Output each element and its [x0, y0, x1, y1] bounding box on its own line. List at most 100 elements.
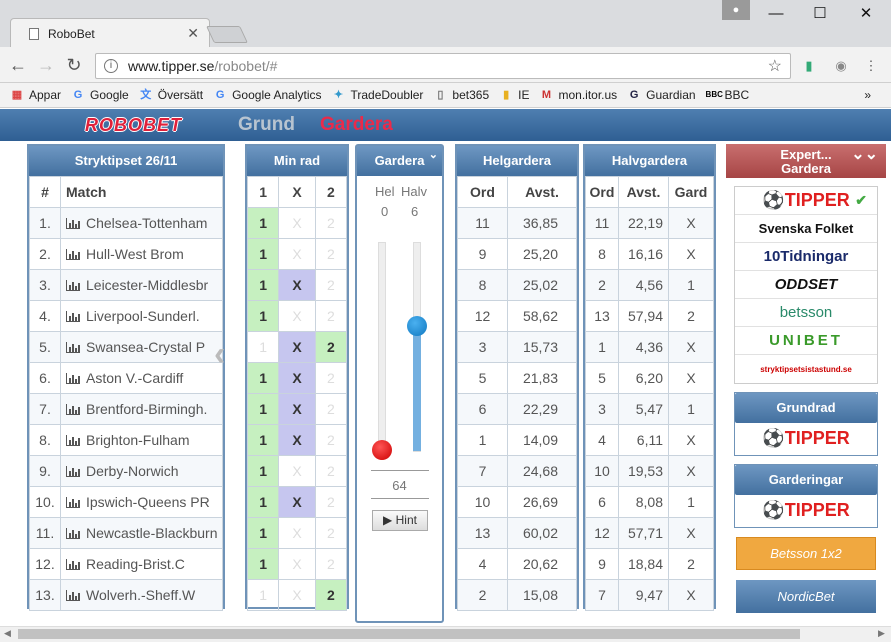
address-bar[interactable]: i www.tipper.se/robobet/# ☆ [95, 53, 791, 79]
match-cell[interactable]: Wolverh.-Sheff.W [60, 579, 223, 611]
source-10tidningar[interactable]: 10Tidningar [735, 243, 877, 271]
bar-chart-icon[interactable] [66, 218, 80, 229]
new-tab-button[interactable] [206, 26, 248, 43]
betsson-1x2-button[interactable]: Betsson 1x2 [736, 537, 876, 570]
match-cell[interactable]: Brighton-Fulham [60, 424, 223, 456]
pick-cell-1[interactable]: 1 [246, 300, 280, 332]
match-cell[interactable]: Leicester-Middlesbr [60, 269, 223, 301]
pick-cell-2[interactable]: 2 [314, 517, 348, 549]
pick-cell-x[interactable]: X [278, 424, 316, 456]
bookmark-tradedoubler[interactable]: ✦ TradeDoubler [331, 88, 424, 102]
pick-cell-1[interactable]: 1 [246, 207, 280, 239]
source-svenska-folket[interactable]: Svenska Folket [735, 215, 877, 243]
source-unibet[interactable]: UNIBET [735, 327, 877, 355]
pick-cell-x[interactable]: X [278, 517, 316, 549]
match-cell[interactable]: Derby-Norwich [60, 455, 223, 487]
pick-cell-2[interactable]: 2 [314, 393, 348, 425]
nav-gardera[interactable]: Gardera [320, 114, 393, 136]
match-cell[interactable]: Brentford-Birmingh. [60, 393, 223, 425]
bookmark-apps[interactable]: ▦ Appar [10, 88, 61, 102]
reload-icon[interactable]: ↻ [62, 53, 86, 77]
pick-cell-1[interactable]: 1 [246, 269, 280, 301]
bar-chart-icon[interactable] [66, 590, 80, 601]
pick-cell-2[interactable]: 2 [314, 362, 348, 394]
minimize-icon[interactable]: — [756, 2, 796, 26]
garderingar-title[interactable]: Garderingar [735, 465, 877, 495]
pick-cell-x[interactable]: X [278, 486, 316, 518]
pick-cell-2[interactable]: 2 [314, 238, 348, 270]
bookmark-guardian[interactable]: G Guardian [627, 88, 696, 102]
pick-cell-2[interactable]: 2 [314, 424, 348, 456]
pick-cell-x[interactable]: X [278, 362, 316, 394]
bar-chart-icon[interactable] [66, 280, 80, 291]
pick-cell-1[interactable]: 1 [246, 548, 280, 580]
bar-chart-icon[interactable] [66, 559, 80, 570]
pick-cell-1[interactable]: 1 [246, 393, 280, 425]
scroll-left-icon[interactable]: ◀ [4, 628, 11, 639]
pick-cell-x[interactable]: X [278, 579, 316, 611]
source-tipper[interactable]: ⚽ TIPPER ✔ [735, 187, 877, 215]
pick-cell-2[interactable]: 2 [314, 207, 348, 239]
bar-chart-icon[interactable] [66, 435, 80, 446]
hel-slider-handle[interactable] [372, 440, 392, 460]
menu-icon[interactable]: ⋮ [862, 57, 880, 75]
pick-cell-x[interactable]: X [278, 393, 316, 425]
bar-chart-icon[interactable] [66, 249, 80, 260]
grundrad-title[interactable]: Grundrad [735, 393, 877, 423]
pick-cell-1[interactable]: 1 [246, 424, 280, 456]
bookmark-bet365[interactable]: ▯ bet365 [433, 88, 489, 102]
bookmark-bbc[interactable]: BBC BBC [706, 88, 750, 102]
bar-chart-icon[interactable] [66, 528, 80, 539]
pick-cell-x[interactable]: X [278, 207, 316, 239]
source-betsson[interactable]: betsson [735, 299, 877, 327]
nordicbet-button[interactable]: NordicBet [736, 580, 876, 613]
pick-cell-x[interactable]: X [278, 455, 316, 487]
match-cell[interactable]: Liverpool-Sunderl. [60, 300, 223, 332]
pick-cell-1[interactable]: 1 [246, 455, 280, 487]
close-tab-icon[interactable]: ✕ [187, 25, 199, 42]
match-cell[interactable]: Hull-West Brom [60, 238, 223, 270]
pick-cell-x[interactable]: X [278, 269, 316, 301]
bar-chart-icon[interactable] [66, 404, 80, 415]
nav-grund[interactable]: Grund [238, 114, 295, 136]
bookmark-analytics[interactable]: G Google Analytics [213, 88, 322, 102]
scroll-right-icon[interactable]: ▶ [878, 628, 885, 639]
chevron-left-icon[interactable]: ‹ [214, 335, 225, 374]
pick-cell-2[interactable]: 2 [314, 548, 348, 580]
pick-cell-2[interactable]: 2 [314, 455, 348, 487]
match-cell[interactable]: Ipswich-Queens PR [60, 486, 223, 518]
pick-cell-2[interactable]: 2 [314, 331, 348, 363]
bookmarks-more[interactable]: » [864, 88, 871, 102]
forward-icon[interactable]: → [34, 53, 58, 77]
bar-chart-icon[interactable] [66, 342, 80, 353]
bookmark-translate[interactable]: 文 Översätt [139, 88, 203, 102]
bookmark-ie[interactable]: ▮ IE [499, 88, 529, 102]
bar-chart-icon[interactable] [66, 466, 80, 477]
bookmark-monitor[interactable]: Mmon.itor.us [539, 88, 617, 102]
bookmark-google[interactable]: G Google [71, 88, 129, 102]
collapse-icon[interactable]: ⌄ [429, 140, 438, 170]
halv-slider-track[interactable] [413, 242, 421, 452]
star-icon[interactable]: ☆ [768, 56, 782, 76]
hint-button[interactable]: ▶ Hint [372, 510, 428, 531]
garderingar-tipper[interactable]: ⚽TIPPER [735, 495, 877, 525]
bar-chart-icon[interactable] [66, 373, 80, 384]
extension-icon[interactable]: ◉ [832, 57, 850, 75]
tab-robobet[interactable]: RoboBet ✕ [10, 18, 210, 48]
pick-cell-2[interactable]: 2 [314, 300, 348, 332]
source-stryktipset-sista-stund[interactable]: stryktipsetsistastund.se [735, 355, 877, 383]
pick-cell-2[interactable]: 2 [314, 579, 348, 611]
pick-cell-x[interactable]: X [278, 331, 316, 363]
robobet-logo[interactable]: ROBOBET [85, 115, 182, 136]
pick-cell-1[interactable]: 1 [246, 517, 280, 549]
halv-slider-handle[interactable] [407, 316, 427, 336]
scrollbar-thumb[interactable] [18, 629, 800, 639]
match-cell[interactable]: Reading-Brist.C [60, 548, 223, 580]
pick-cell-x[interactable]: X [278, 548, 316, 580]
pick-cell-1[interactable]: 1 [246, 486, 280, 518]
grundrad-tipper[interactable]: ⚽TIPPER [735, 423, 877, 453]
expert-button[interactable]: Expert... Gardera ⌄⌄ [726, 144, 886, 178]
pick-cell-1[interactable]: 1 [246, 579, 280, 611]
match-cell[interactable]: Aston V.-Cardiff [60, 362, 223, 394]
info-icon[interactable]: i [104, 59, 118, 73]
